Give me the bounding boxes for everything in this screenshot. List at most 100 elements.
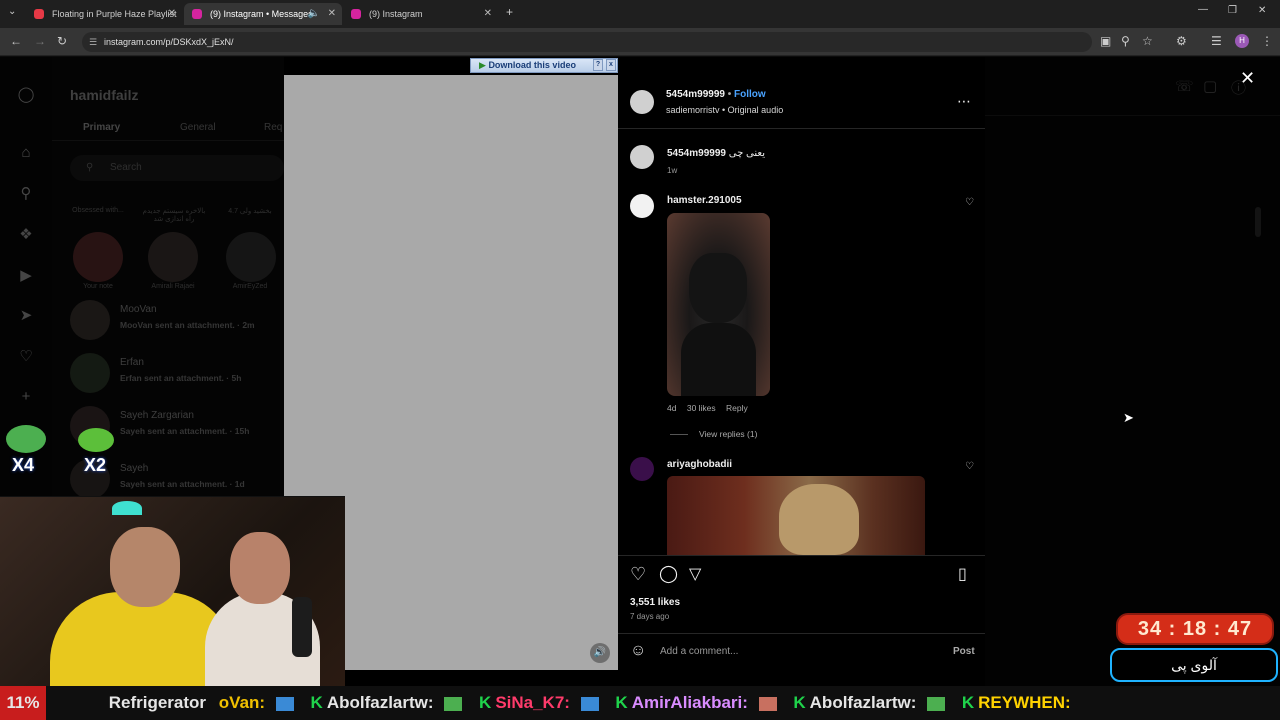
author-username[interactable]: 5454m99999 xyxy=(666,89,725,100)
maximize-icon[interactable]: ❐ xyxy=(1228,5,1237,16)
caption-avatar[interactable] xyxy=(630,145,654,169)
extensions-icon[interactable]: ⚙ xyxy=(1176,34,1187,48)
site-info-icon[interactable]: ☰ xyxy=(89,32,97,52)
pepe-emote-icon xyxy=(78,428,114,452)
tab-requests[interactable]: Req xyxy=(264,122,282,133)
add-comment-input[interactable]: Add a comment... xyxy=(660,646,920,657)
back-icon[interactable]: ← xyxy=(10,34,22,48)
help-icon[interactable]: ? xyxy=(593,59,603,71)
avatar xyxy=(70,353,110,393)
scrollbar[interactable] xyxy=(1255,207,1261,237)
audio-label[interactable]: sadiemorristv • Original audio xyxy=(666,105,783,115)
kick-icon: K xyxy=(479,693,492,712)
kick-icon: K xyxy=(310,693,323,712)
account-username[interactable]: hamidfailz xyxy=(70,87,138,103)
follow-button[interactable]: Follow xyxy=(734,89,766,100)
conversation-preview: MooVan sent an attachment. · 2m xyxy=(120,320,255,330)
play-icon: ▶ xyxy=(479,60,486,70)
avatar[interactable] xyxy=(226,232,276,282)
emoji-icon[interactable]: ☺ xyxy=(630,642,646,660)
caption-username[interactable]: 5454m99999 xyxy=(667,148,726,159)
save-icon[interactable]: ▯ xyxy=(958,564,967,584)
zoom-icon[interactable]: ⚲ xyxy=(1121,34,1130,48)
mute-toggle-icon[interactable]: 🔊 xyxy=(590,643,610,663)
tab-playlist[interactable]: Floating in Purple Haze Playlist ✕ xyxy=(26,3,182,25)
search-input[interactable]: ⚲ Search xyxy=(70,155,284,181)
tab-general[interactable]: General xyxy=(180,122,216,133)
commenter-avatar[interactable] xyxy=(630,194,654,218)
ticker-item: AmirAliakbari: xyxy=(631,693,748,712)
tab-primary[interactable]: Primary xyxy=(83,122,120,133)
dog-body xyxy=(681,323,756,396)
menu-icon[interactable]: ⋮ xyxy=(1261,34,1273,48)
bookmark-star-icon[interactable]: ☆ xyxy=(1142,34,1153,48)
ticker-item: Abolfazlartw: xyxy=(809,693,917,712)
reels-icon[interactable]: ▶ xyxy=(17,266,35,284)
author-avatar[interactable] xyxy=(630,90,654,114)
phone-icon[interactable]: ☏ xyxy=(1175,77,1194,95)
comment-icon[interactable]: ◯ xyxy=(659,564,678,584)
messages-icon[interactable]: ➤ xyxy=(17,306,35,324)
comment-username[interactable]: ariyaghobadii xyxy=(667,459,732,470)
comment-image-tigress[interactable] xyxy=(667,476,925,555)
tab-instagram[interactable]: (9) Instagram ✕ xyxy=(343,3,498,25)
reply-button[interactable]: Reply xyxy=(726,403,748,413)
new-tab-icon[interactable]: + xyxy=(506,5,513,19)
home-icon[interactable]: ⌂ xyxy=(17,144,35,162)
likes-count[interactable]: 3,551 likes xyxy=(630,597,680,608)
stream-timer: 34 : 18 : 47 xyxy=(1116,613,1274,645)
comment-username[interactable]: hamster.291005 xyxy=(667,195,742,206)
media-controls-icon[interactable]: ☰ xyxy=(1211,34,1222,48)
create-icon[interactable]: + xyxy=(17,388,35,406)
stream-logo: آلوی پی xyxy=(1110,648,1278,682)
notifications-icon[interactable]: ♡ xyxy=(17,347,35,365)
ticker-item: SiNa_K7: xyxy=(495,693,570,712)
profile-avatar[interactable]: H xyxy=(1235,34,1249,48)
person-face xyxy=(230,532,290,604)
post-comment-button[interactable]: Post xyxy=(953,646,975,657)
emote-icon xyxy=(275,696,294,711)
download-label: Download this video xyxy=(488,60,576,70)
comment-image-dog[interactable] xyxy=(667,213,770,396)
close-tab-icon[interactable]: ✕ xyxy=(168,3,176,25)
post-header: 5454m99999 • Follow xyxy=(666,89,766,100)
minimize-icon[interactable]: — xyxy=(1198,4,1208,15)
explore-icon[interactable]: ❖ xyxy=(17,225,35,243)
url-field[interactable]: ☰ instagram.com/p/DSKxdX_jExN/ xyxy=(82,32,1092,52)
share-icon[interactable]: ▽ xyxy=(689,564,701,584)
search-icon[interactable]: ⚲ xyxy=(17,184,35,202)
lamp-light xyxy=(112,501,142,515)
like-comment-icon[interactable]: ♡ xyxy=(965,461,974,472)
close-modal-icon[interactable]: ✕ xyxy=(1240,68,1255,89)
like-icon[interactable]: ♡ xyxy=(630,564,646,585)
avatar[interactable] xyxy=(148,232,198,282)
close-tab-icon[interactable]: ✕ xyxy=(328,3,336,25)
download-video-bar[interactable]: ▶ Download this video ? x xyxy=(470,58,618,73)
tab-instagram-messages[interactable]: (9) Instagram • Messages 🔈 ✕ xyxy=(184,3,342,25)
avatar[interactable] xyxy=(73,232,123,282)
conversation-preview: Sayeh sent an attachment. · 15h xyxy=(120,426,250,436)
install-app-icon[interactable]: ▣ xyxy=(1100,34,1111,48)
comment-likes[interactable]: 30 likes xyxy=(687,403,716,413)
forward-icon[interactable]: → xyxy=(34,34,46,48)
ticker-percent: 11% xyxy=(0,686,46,720)
instagram-logo-icon[interactable]: ◯ xyxy=(17,85,35,103)
more-options-icon[interactable]: ⋯ xyxy=(957,93,971,110)
tab-search-icon[interactable]: ⌄ xyxy=(8,6,16,17)
view-replies-button[interactable]: View replies (1) xyxy=(699,429,757,439)
speaker-icon[interactable]: 🔈 xyxy=(308,3,320,25)
close-window-icon[interactable]: ✕ xyxy=(1258,5,1266,16)
close-icon[interactable]: x xyxy=(606,59,616,71)
commenter-avatar[interactable] xyxy=(630,457,654,481)
actions-divider xyxy=(618,555,985,556)
kick-icon: K xyxy=(961,693,975,712)
conversation-name: Sayeh xyxy=(120,463,149,474)
close-tab-icon[interactable]: ✕ xyxy=(484,3,492,25)
video-call-icon[interactable]: ▢ xyxy=(1203,77,1217,95)
conversation-name: Sayeh Zargarian xyxy=(120,410,194,421)
reload-icon[interactable]: ↻ xyxy=(57,34,67,48)
chat-ticker: 11% Refrigerator oVan: K Abolfazlartw: KS… xyxy=(0,686,1280,720)
note-name: Amirali Rajaei xyxy=(151,283,195,290)
kick-icon: K xyxy=(615,693,628,712)
like-comment-icon[interactable]: ♡ xyxy=(965,197,974,208)
